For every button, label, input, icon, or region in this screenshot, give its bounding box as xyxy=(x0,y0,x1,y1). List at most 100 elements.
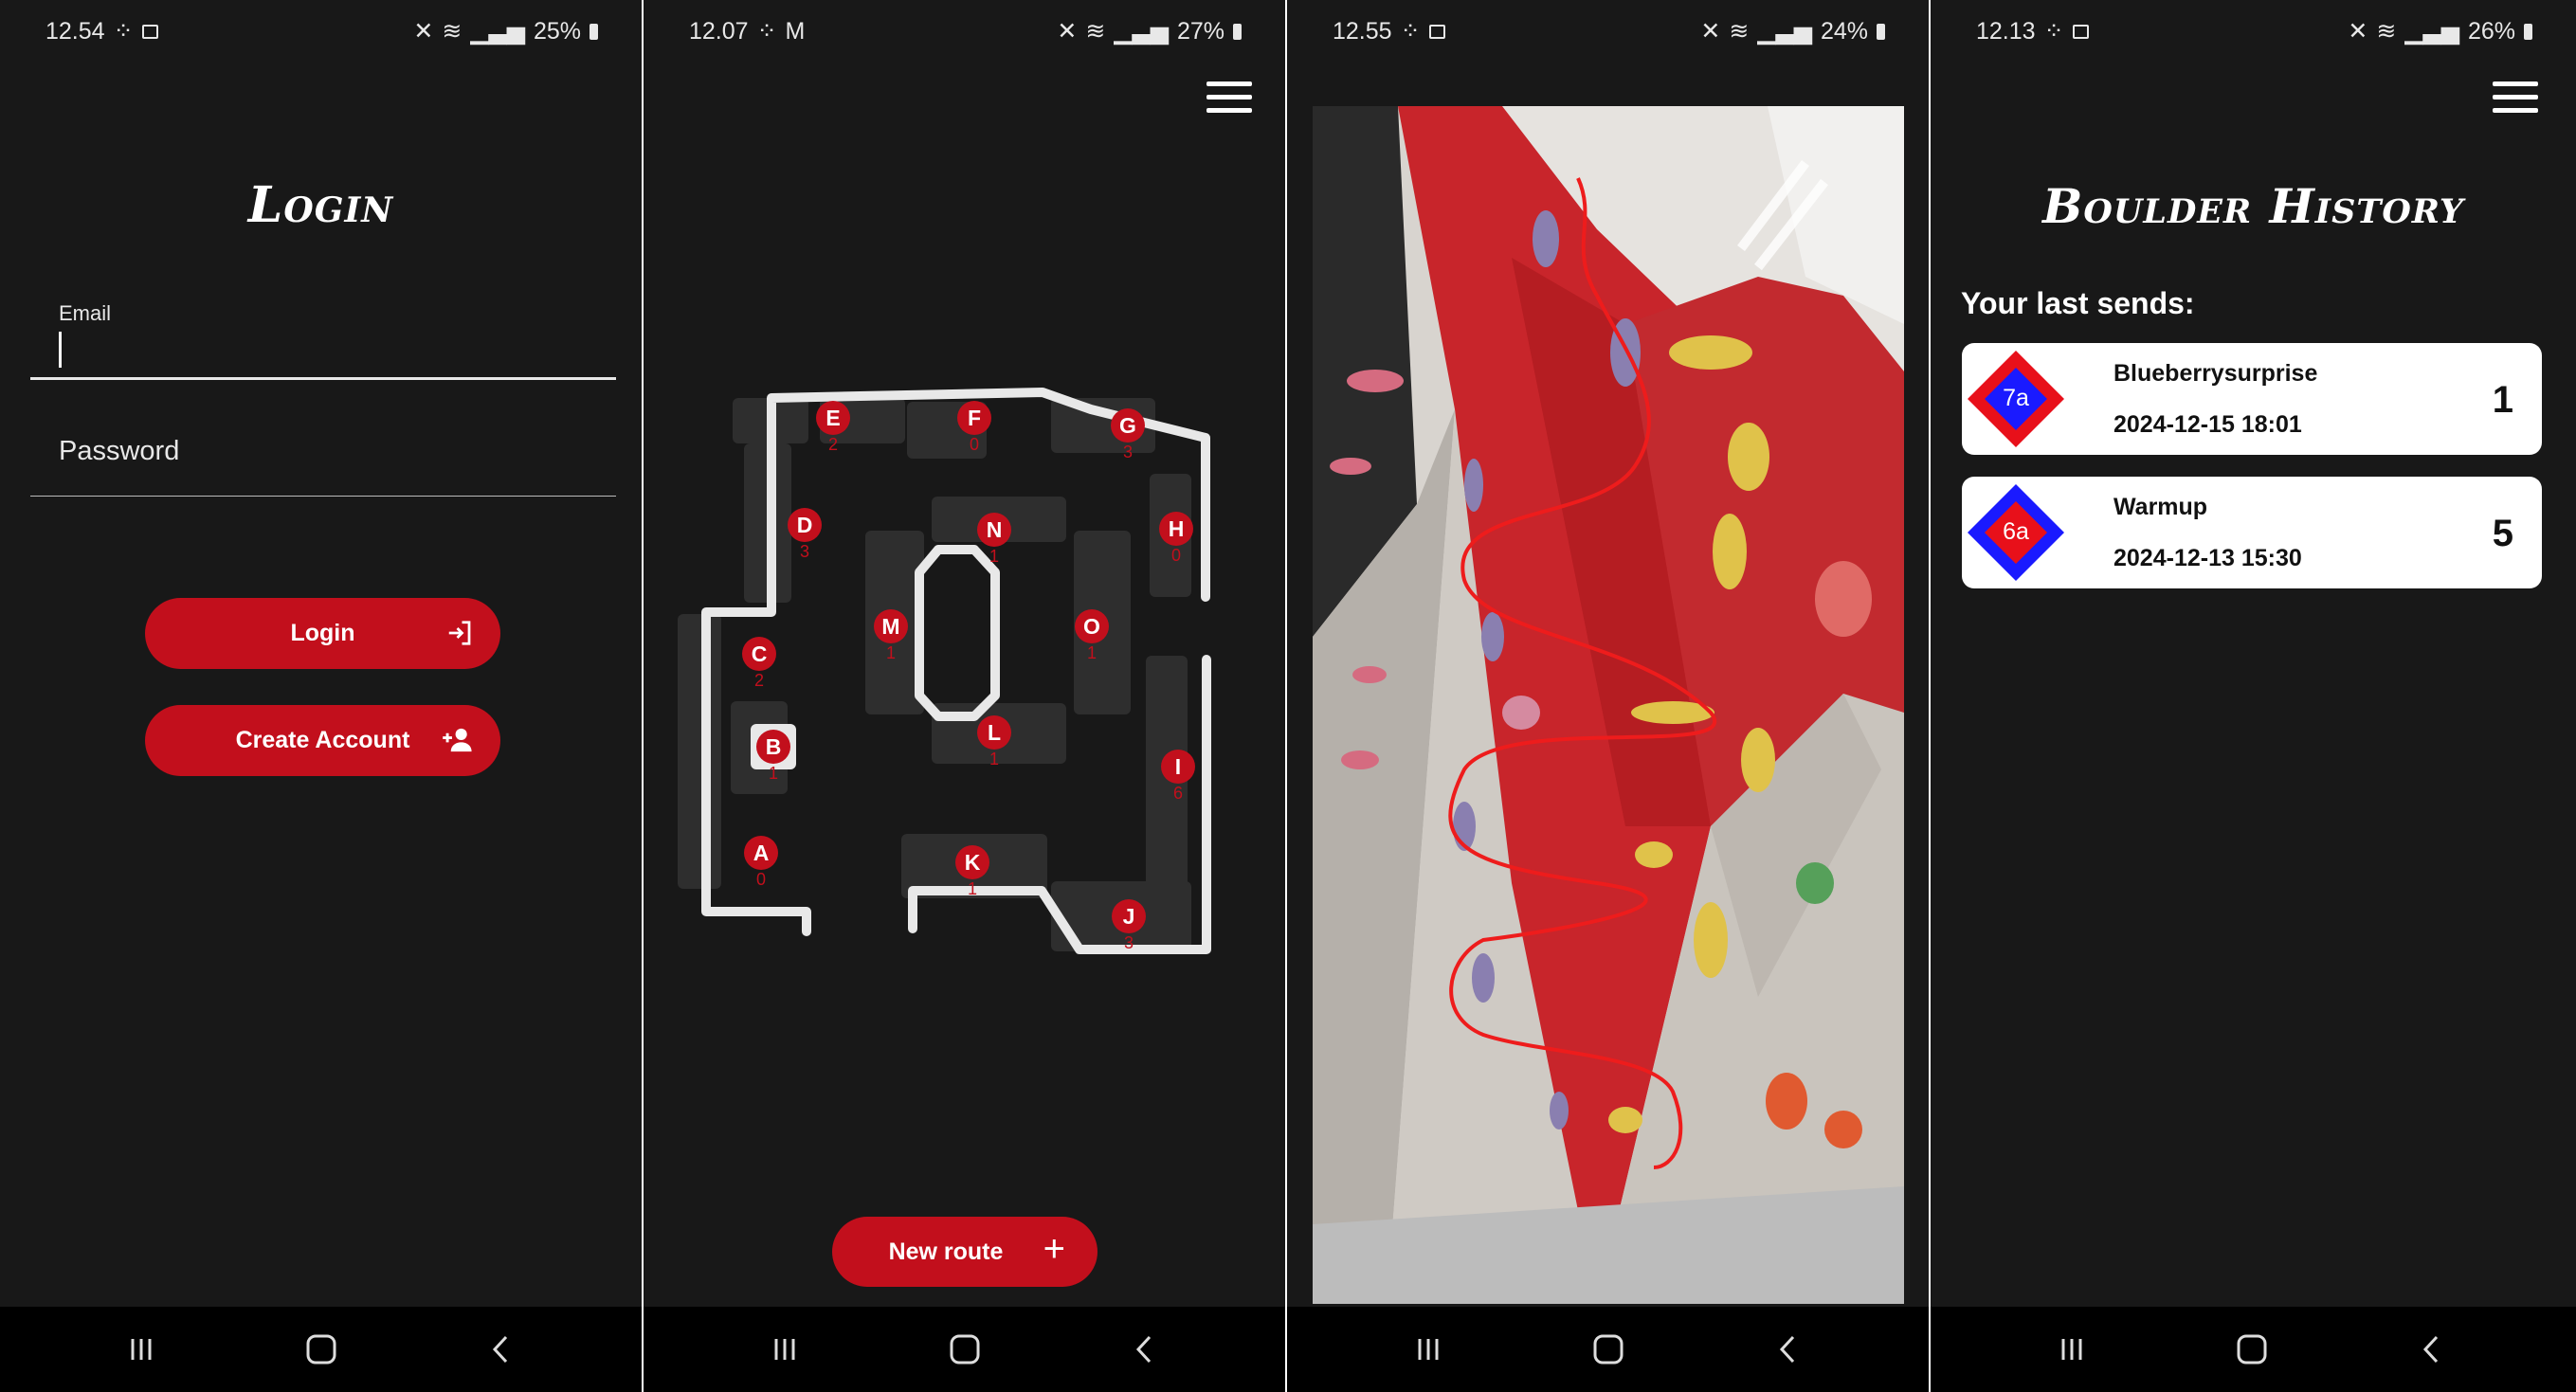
zone-label: K xyxy=(965,850,981,875)
send-date: 2024-12-13 15:30 xyxy=(2113,545,2302,571)
new-route-button[interactable]: New route + xyxy=(832,1217,1098,1287)
zone-marker-d[interactable]: D3 xyxy=(788,508,822,561)
recent-apps-button[interactable] xyxy=(2050,1328,2094,1371)
route-name: Warmup xyxy=(2113,494,2208,520)
history-screen: 12.13 ⁘ ✕ ≋ ▁▃▅ 26% Boulder History Your… xyxy=(1931,0,2576,1392)
wifi-icon: ≋ xyxy=(442,18,463,45)
home-button[interactable] xyxy=(299,1328,343,1371)
create-account-label: Create Account xyxy=(235,727,410,753)
dots-icon: ⁘ xyxy=(1400,18,1421,45)
zone-label: J xyxy=(1123,904,1135,929)
zone-route-count: 1 xyxy=(769,764,778,783)
zone-route-count: 1 xyxy=(886,643,896,662)
send-count: 5 xyxy=(2492,513,2513,554)
send-count: 1 xyxy=(2492,379,2513,421)
grade-label: 6a xyxy=(2003,518,2029,545)
zone-route-count: 1 xyxy=(989,547,999,566)
email-field[interactable] xyxy=(30,322,616,379)
gym-map: A0B1C2D3E2F0G3H0I6J3K1L1M1N1O1 xyxy=(678,388,1211,954)
zone-label: C xyxy=(752,642,768,666)
battery-percent: 24% xyxy=(1820,17,1868,45)
send-card[interactable]: 7a Blueberrysurprise 2024-12-15 18:01 1 xyxy=(1962,343,2542,455)
login-button[interactable]: Login xyxy=(145,598,500,669)
email-underline xyxy=(30,377,616,380)
zone-route-count: 6 xyxy=(1173,784,1183,803)
wifi-icon: ≋ xyxy=(1729,18,1750,45)
page-title: Boulder History xyxy=(2042,178,2464,234)
recent-apps-button[interactable] xyxy=(119,1328,163,1371)
mute-icon: ✕ xyxy=(1700,18,1721,45)
send-card[interactable]: 6a Warmup 2024-12-13 15:30 5 xyxy=(1962,477,2542,588)
gallery-icon xyxy=(2072,24,2089,39)
signal-icon: ▁▃▅ xyxy=(2404,18,2459,45)
zone-label: M xyxy=(881,614,899,639)
home-button[interactable] xyxy=(1587,1328,1630,1371)
home-button[interactable] xyxy=(943,1328,987,1371)
login-button-label: Login xyxy=(290,620,355,646)
zone-route-count: 0 xyxy=(1171,546,1181,565)
status-bar: 12.13 ⁘ ✕ ≋ ▁▃▅ 26% xyxy=(1931,0,2576,63)
create-account-button[interactable]: Create Account xyxy=(145,705,500,776)
menu-icon[interactable] xyxy=(2493,81,2538,114)
zone-label: E xyxy=(825,406,840,430)
zone-label: L xyxy=(988,720,1001,745)
recent-apps-button[interactable] xyxy=(763,1328,807,1371)
dots-icon: ⁘ xyxy=(2043,18,2064,45)
zone-label: G xyxy=(1119,413,1136,438)
zone-marker-a[interactable]: A0 xyxy=(744,836,778,889)
battery-icon xyxy=(1877,23,1885,40)
dots-icon: ⁘ xyxy=(113,18,134,45)
zone-label: D xyxy=(797,513,813,537)
zone-marker-g[interactable]: G3 xyxy=(1111,408,1145,461)
wifi-icon: ≋ xyxy=(2376,18,2397,45)
route-photo-screen: 12.55 ⁘ ✕ ≋ ▁▃▅ 24% xyxy=(1287,0,1929,1392)
text-cursor xyxy=(59,332,62,368)
status-time: 12.55 xyxy=(1333,17,1392,45)
climbing-wall-photo[interactable] xyxy=(1313,106,1904,1304)
zone-route-count: 0 xyxy=(756,870,766,889)
new-route-label: New route xyxy=(888,1238,1004,1265)
plus-icon: + xyxy=(1043,1228,1065,1270)
mute-icon: ✕ xyxy=(2348,18,2368,45)
back-button[interactable] xyxy=(1767,1328,1810,1371)
status-time: 12.13 xyxy=(1976,17,2036,45)
back-button[interactable] xyxy=(480,1328,523,1371)
zone-label: N xyxy=(987,517,1003,542)
nav-bar xyxy=(0,1307,642,1392)
zone-label: A xyxy=(753,841,770,865)
send-date: 2024-12-15 18:01 xyxy=(2113,411,2302,438)
zone-route-count: 1 xyxy=(968,879,977,898)
gallery-icon xyxy=(1428,24,1445,39)
status-bar: 12.54 ⁘ ✕ ≋ ▁▃▅ 25% xyxy=(0,0,642,63)
mute-icon: ✕ xyxy=(413,18,434,45)
zone-label: I xyxy=(1175,754,1181,779)
page-title: Login xyxy=(247,176,394,234)
recent-apps-button[interactable] xyxy=(1406,1328,1450,1371)
zone-route-count: 2 xyxy=(754,671,764,690)
nav-bar xyxy=(1287,1307,1929,1392)
zone-label: B xyxy=(766,734,782,759)
zone-route-count: 3 xyxy=(1123,443,1133,461)
signal-icon: ▁▃▅ xyxy=(470,18,525,45)
status-time: 12.54 xyxy=(45,17,105,45)
login-icon xyxy=(448,621,471,645)
gallery-icon xyxy=(141,24,158,39)
zone-route-count: 1 xyxy=(1087,643,1097,662)
add-person-icon xyxy=(443,728,472,752)
password-placeholder: Password xyxy=(59,436,180,466)
zone-route-count: 2 xyxy=(828,435,838,454)
grade-label: 7a xyxy=(2003,385,2029,411)
zone-label: H xyxy=(1169,516,1185,541)
back-button[interactable] xyxy=(1123,1328,1167,1371)
back-button[interactable] xyxy=(2410,1328,2454,1371)
zone-route-count: 3 xyxy=(800,542,809,561)
password-field[interactable]: Password xyxy=(30,425,616,497)
home-button[interactable] xyxy=(2230,1328,2274,1371)
status-bar: 12.55 ⁘ ✕ ≋ ▁▃▅ 24% xyxy=(1287,0,1929,63)
zone-marker-c[interactable]: C2 xyxy=(742,637,776,690)
zone-marker-e[interactable]: E2 xyxy=(816,401,850,454)
password-underline xyxy=(30,496,616,497)
signal-icon: ▁▃▅ xyxy=(1757,18,1812,45)
nav-bar xyxy=(644,1307,1285,1392)
battery-percent: 26% xyxy=(2467,17,2515,45)
